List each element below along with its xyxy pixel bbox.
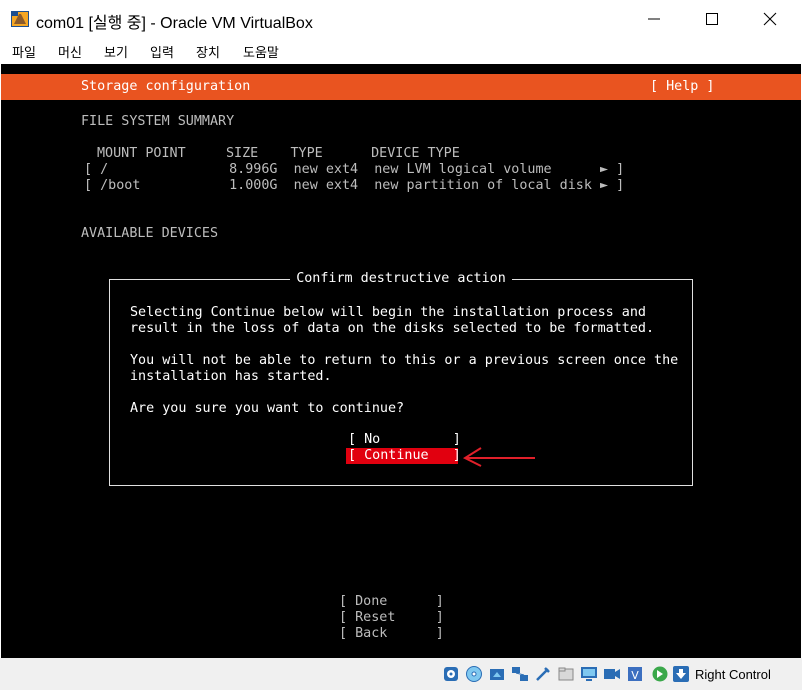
dialog-text-line: You will not be able to return to this o…: [130, 353, 679, 368]
available-devices-title: AVAILABLE DEVICES: [81, 226, 219, 241]
hard-disk-icon[interactable]: [442, 665, 460, 683]
annotation-arrow-icon: [462, 447, 535, 467]
back-button[interactable]: [ Back ]: [339, 626, 444, 642]
recording-icon[interactable]: V: [626, 665, 644, 683]
fs-row-boot[interactable]: [ /boot 1.000G new ext4 new partition of…: [84, 178, 624, 194]
fs-summary-title: FILE SYSTEM SUMMARY: [81, 114, 235, 129]
confirm-dialog: Confirm destructive action Selecting Con…: [109, 271, 693, 486]
fs-row-root[interactable]: [ / 8.996G new ext4 new LVM logical volu…: [84, 162, 624, 178]
menu-devices[interactable]: 장치: [196, 42, 220, 61]
close-button[interactable]: [742, 0, 798, 38]
maximize-icon: [706, 13, 718, 25]
keyboard-arrow-icon[interactable]: [672, 665, 690, 683]
menu-help[interactable]: 도움말: [243, 42, 279, 61]
maximize-button[interactable]: [684, 0, 740, 38]
host-key-label: Right Control: [695, 667, 771, 682]
window-title: com01 [실행 중] - Oracle VM VirtualBox: [36, 15, 313, 32]
cpu-icon[interactable]: [651, 665, 669, 683]
dialog-text-line: installation has started.: [130, 369, 332, 384]
optical-drive-icon[interactable]: [465, 665, 483, 683]
dialog-text-line: Selecting Continue below will begin the …: [130, 305, 646, 320]
video-capture-icon[interactable]: [603, 665, 621, 683]
minimize-button[interactable]: [626, 0, 682, 38]
audio-icon[interactable]: [488, 665, 506, 683]
display-icon[interactable]: [580, 665, 598, 683]
shared-folders-icon[interactable]: [557, 665, 575, 683]
menu-input[interactable]: 입력: [150, 42, 174, 61]
menu-bar: 파일 머신 보기 입력 장치 도움말: [0, 38, 802, 64]
continue-button-label: [ Continue ]: [348, 448, 461, 463]
minimize-icon: [648, 18, 660, 20]
menu-file[interactable]: 파일: [12, 42, 36, 61]
network-icon[interactable]: [511, 665, 529, 683]
help-button[interactable]: [ Help ]: [650, 79, 715, 95]
continue-button[interactable]: [ Continue ]: [346, 448, 461, 464]
reset-button[interactable]: [ Reset ]: [339, 610, 444, 626]
installer-header: Storage configuration [ Help ]: [1, 74, 801, 100]
header-title: Storage configuration: [81, 79, 251, 94]
no-button[interactable]: [ No ]: [348, 432, 461, 448]
dialog-title: Confirm destructive action: [290, 271, 512, 286]
menu-machine[interactable]: 머신: [58, 42, 82, 61]
fs-columns-header: MOUNT POINT SIZE TYPE DEVICE TYPE: [97, 146, 460, 161]
vm-console[interactable]: Storage configuration [ Help ] FILE SYST…: [1, 64, 801, 658]
virtualbox-app-icon: [11, 11, 29, 27]
dialog-text-line: result in the loss of data on the disks …: [130, 321, 655, 336]
done-button[interactable]: [ Done ]: [339, 594, 444, 610]
usb-icon[interactable]: [534, 665, 552, 683]
close-icon: [763, 12, 777, 26]
status-bar: V Right Control: [0, 658, 802, 690]
svg-text:V: V: [631, 669, 639, 682]
dialog-question: Are you sure you want to continue?: [130, 401, 405, 416]
menu-view[interactable]: 보기: [104, 42, 128, 61]
window-titlebar: com01 [실행 중] - Oracle VM VirtualBox: [0, 0, 802, 38]
